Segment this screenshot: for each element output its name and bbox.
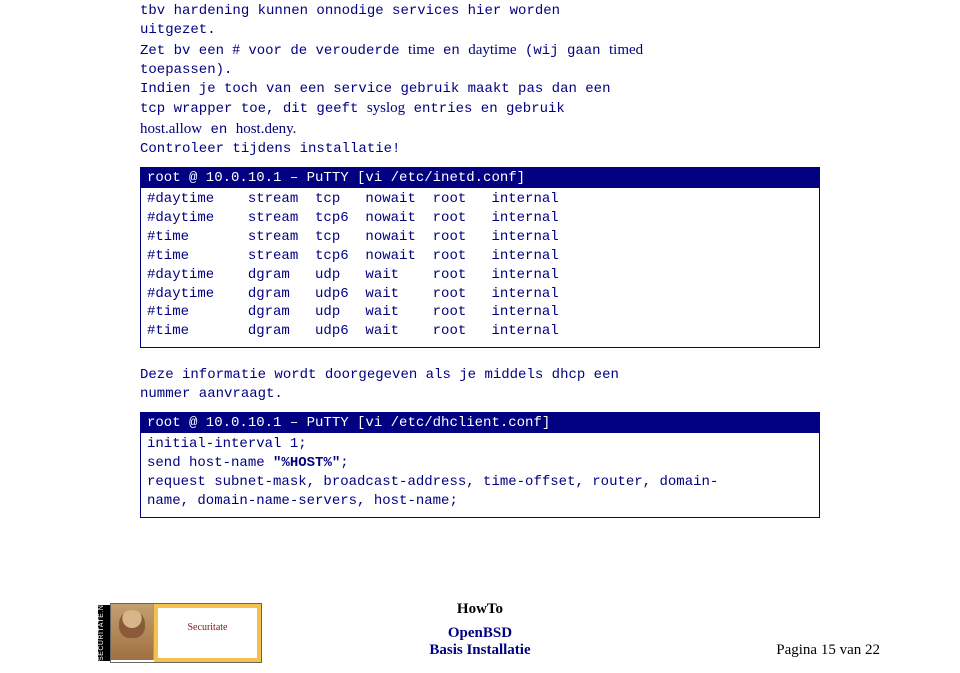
terminal-box-inetd: root @ 10.0.10.1 – PuTTY [vi /etc/inetd.… bbox=[140, 167, 820, 348]
intro-timed: timed bbox=[609, 42, 643, 58]
intro-l3c: (wij gaan bbox=[517, 43, 609, 59]
terminal-box-dhclient: root @ 10.0.10.1 – PuTTY [vi /etc/dhclie… bbox=[140, 412, 820, 518]
box2-l2c: ; bbox=[340, 455, 348, 471]
footer-openbsd: OpenBSD bbox=[0, 625, 960, 642]
intro-daytime: daytime bbox=[468, 42, 516, 58]
intro-hostallow: host.allow bbox=[140, 121, 202, 137]
intro-l5: Indien je toch van een service gebruik m… bbox=[140, 81, 610, 97]
box2-l3: request subnet-mask, broadcast-address, … bbox=[147, 474, 718, 490]
intro-en1: en bbox=[435, 43, 469, 59]
box2-l4: name, domain-name-servers, host-name; bbox=[147, 493, 458, 509]
terminal-body-inetd: #daytime stream tcp nowait root internal… bbox=[141, 188, 819, 347]
intro-paragraph: tbv hardening kunnen onnodige services h… bbox=[140, 2, 820, 159]
footer-page-number: Pagina 15 van 22 bbox=[776, 642, 880, 659]
intro-time: time bbox=[408, 42, 435, 58]
page-body: tbv hardening kunnen onnodige services h… bbox=[0, 0, 960, 518]
mid-l1: Deze informatie wordt doorgegeven als je… bbox=[140, 367, 619, 383]
intro-l3b: voor de verouderde bbox=[240, 43, 408, 59]
terminal-body-dhclient: initial-interval 1; send host-name "%HOS… bbox=[141, 433, 819, 517]
box2-l2b: "%HOST%" bbox=[273, 455, 340, 471]
intro-en2: en bbox=[202, 122, 236, 138]
intro-l8: Controleer tijdens installatie! bbox=[140, 141, 400, 157]
mid-l2: nummer aanvraagt. bbox=[140, 386, 283, 402]
terminal-header-inetd: root @ 10.0.10.1 – PuTTY [vi /etc/inetd.… bbox=[141, 168, 819, 188]
intro-l1: tbv hardening kunnen onnodige services h… bbox=[140, 3, 560, 19]
intro-l4: toepassen). bbox=[140, 62, 232, 78]
page-footer: SECURITATE.NI HowTo OpenBSD Basis Instal… bbox=[0, 593, 960, 663]
mid-paragraph: Deze informatie wordt doorgegeven als je… bbox=[140, 366, 820, 404]
intro-l2: uitgezet. bbox=[140, 22, 216, 38]
intro-hostdeny: host.deny. bbox=[236, 121, 297, 137]
intro-syslog: syslog bbox=[367, 100, 405, 116]
footer-howto: HowTo bbox=[0, 601, 960, 618]
spacer bbox=[140, 352, 820, 366]
intro-l6a: tcp wrapper toe, dit geeft bbox=[140, 101, 367, 117]
terminal-header-dhclient: root @ 10.0.10.1 – PuTTY [vi /etc/dhclie… bbox=[141, 413, 819, 433]
intro-hash: # bbox=[232, 42, 240, 58]
box2-l2a: send host-name bbox=[147, 455, 273, 471]
intro-l3a: Zet bv een bbox=[140, 43, 232, 59]
intro-l6b: entries en gebruik bbox=[405, 101, 565, 117]
box2-l1: initial-interval 1; bbox=[147, 436, 307, 452]
